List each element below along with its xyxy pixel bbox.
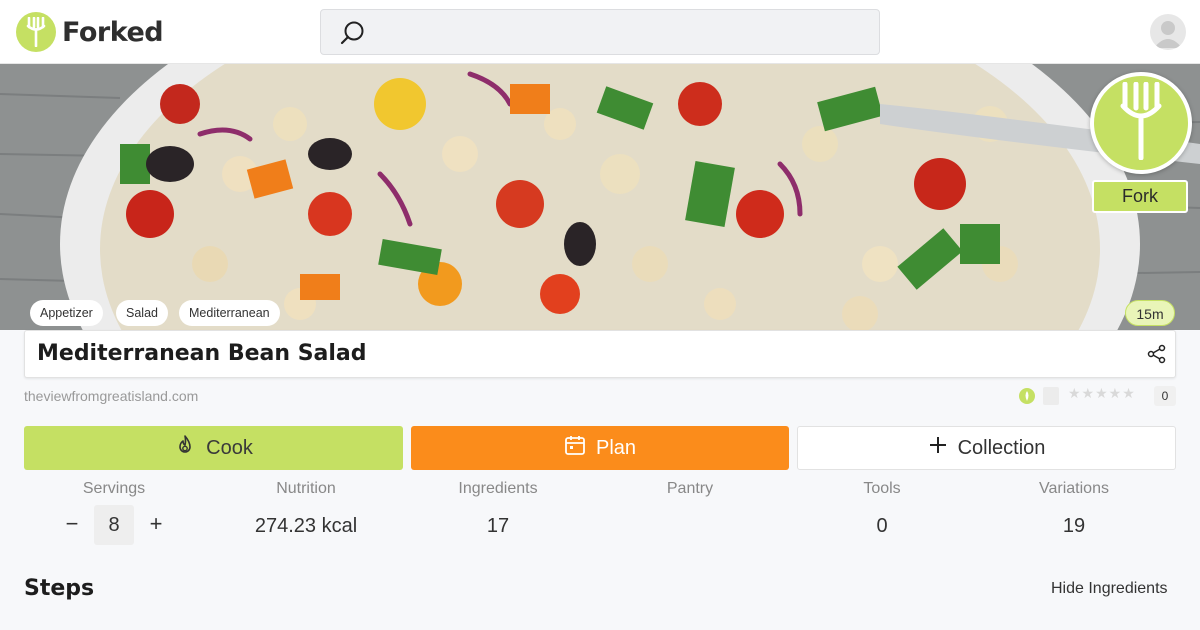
rate-toggle[interactable]: [1043, 387, 1059, 405]
recipe-title: Mediterranean Bean Salad: [37, 341, 367, 366]
stat-variations[interactable]: Variations 19: [984, 480, 1164, 538]
ingredients-label: Ingredients: [458, 480, 538, 497]
variations-label: Variations: [1039, 480, 1109, 497]
rating-row: ★★★★★ 0: [1018, 386, 1176, 406]
pantry-label: Pantry: [666, 480, 714, 497]
stat-tools[interactable]: Tools 0: [792, 480, 972, 538]
plus-icon: [928, 435, 948, 461]
decrease-servings-button[interactable]: −: [58, 510, 86, 538]
source-link[interactable]: theviewfromgreatisland.com: [24, 388, 198, 404]
collection-button[interactable]: Collection: [797, 426, 1176, 470]
variations-value: 19: [1062, 515, 1086, 537]
hide-ingredients-link[interactable]: Hide Ingredients: [1051, 580, 1168, 598]
steps-heading: Steps: [24, 576, 95, 601]
stat-pantry[interactable]: Pantry: [600, 480, 780, 515]
logo-text: Forked: [62, 16, 164, 48]
plan-button[interactable]: Plan: [411, 426, 789, 470]
time-badge: 15m: [1125, 300, 1175, 326]
share-icon[interactable]: [1147, 344, 1167, 369]
fork-icon: [16, 12, 56, 52]
servings-label: Servings: [82, 480, 146, 497]
nutrition-value: 274.23 kcal: [254, 515, 358, 537]
collection-label: Collection: [957, 436, 1046, 459]
tag-mediterranean[interactable]: Mediterranean: [179, 300, 280, 326]
top-bar: Forked: [0, 0, 1200, 64]
nutrition-label: Nutrition: [276, 480, 336, 497]
fork-button[interactable]: Fork: [1092, 180, 1188, 213]
fork-badge[interactable]: [1090, 72, 1192, 174]
servings-value: 8: [94, 505, 134, 545]
recipe-hero-image: [0, 64, 1200, 330]
stat-ingredients[interactable]: Ingredients 17: [408, 480, 588, 538]
search-input[interactable]: [377, 10, 867, 54]
cook-button[interactable]: Cook: [24, 426, 403, 470]
avatar[interactable]: [1150, 14, 1186, 50]
tools-value: 0: [876, 515, 888, 537]
plan-label: Plan: [595, 436, 637, 459]
servings-stepper[interactable]: − 8 +: [60, 505, 168, 545]
tag-appetizer[interactable]: Appetizer: [30, 300, 103, 326]
cook-label: Cook: [206, 436, 253, 459]
leaf-icon: [1019, 388, 1035, 404]
increase-servings-button[interactable]: +: [142, 510, 170, 538]
tag-salad[interactable]: Salad: [116, 300, 168, 326]
ingredients-value: 17: [486, 515, 510, 537]
rating-stars[interactable]: ★★★★★: [1068, 386, 1136, 402]
stat-nutrition[interactable]: Nutrition 274.23 kcal: [216, 480, 396, 538]
search-bar[interactable]: [320, 9, 880, 55]
rating-count: 0: [1154, 386, 1176, 406]
fork-icon: [1117, 81, 1165, 165]
logo[interactable]: Forked: [16, 12, 164, 52]
title-bar: Mediterranean Bean Salad: [24, 330, 1176, 378]
search-icon: [339, 19, 367, 52]
flame-icon: [174, 434, 196, 462]
stat-servings: Servings: [24, 480, 204, 500]
tools-label: Tools: [863, 480, 901, 497]
calendar-icon: [564, 434, 586, 462]
